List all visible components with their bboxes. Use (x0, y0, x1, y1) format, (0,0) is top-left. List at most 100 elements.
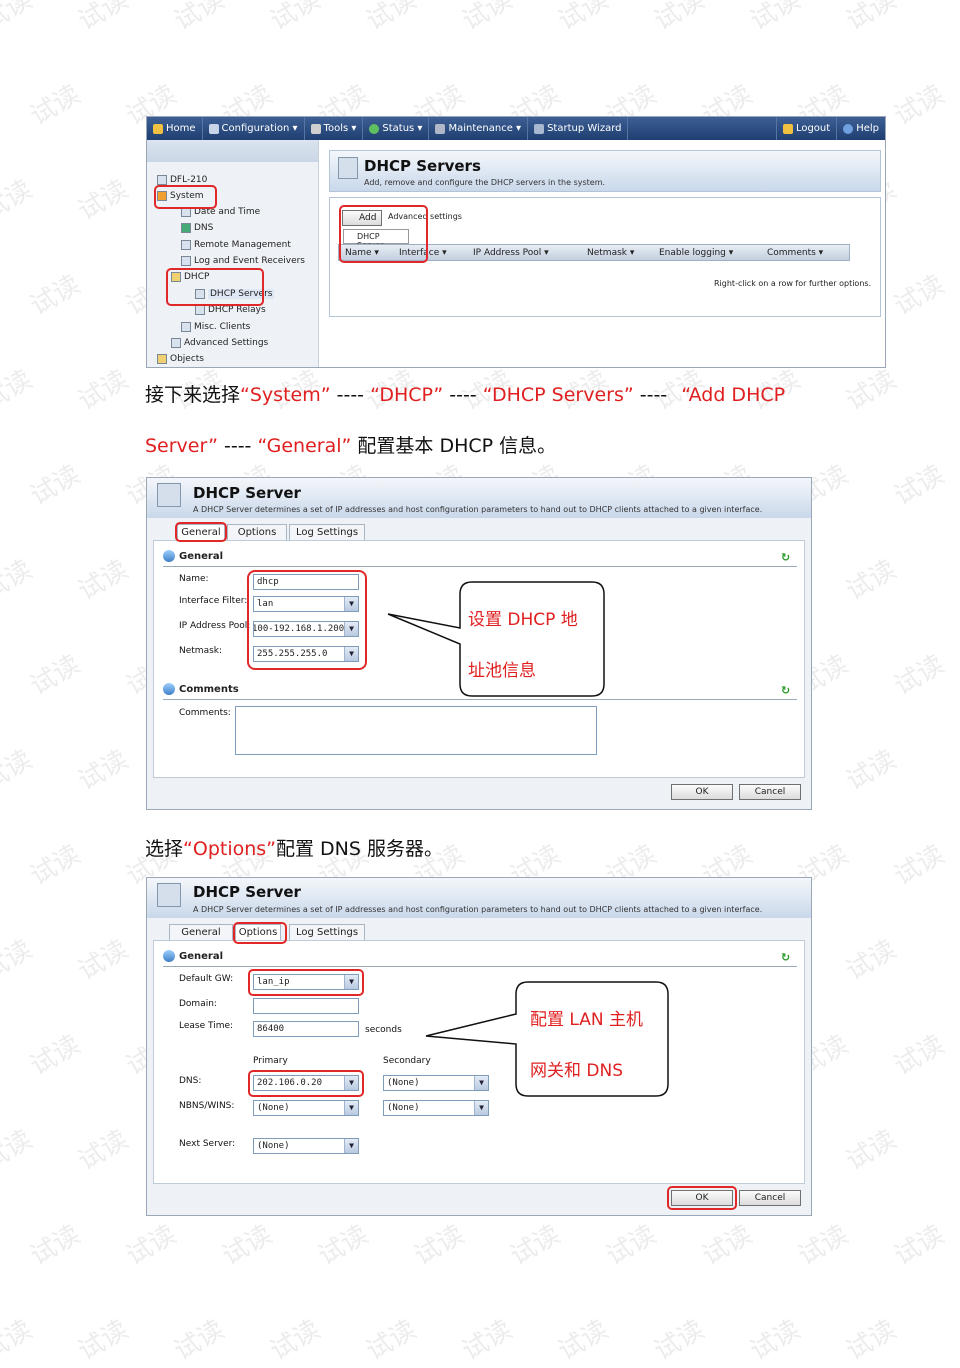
chevron-down-icon: ▼ (474, 1101, 488, 1115)
cancel-button[interactable]: Cancel (739, 784, 801, 800)
tree-item-dhcp-relays[interactable]: DHCP Relays (195, 305, 266, 315)
watermark-text: 试读 (25, 1219, 86, 1272)
callout-bubble-1 (387, 581, 605, 697)
instruction-line-1: 接下来选择“System” ---- “DHCP” ---- “DHCP Ser… (145, 384, 786, 406)
watermark-text: 试读 (841, 364, 902, 417)
tree-item-remote-management[interactable]: Remote Management (181, 240, 291, 250)
toolbar-help[interactable]: Help (837, 117, 885, 140)
tab-general[interactable]: General (169, 924, 233, 940)
dns-label: DNS: (179, 1076, 202, 1086)
watermark-text: 试读 (73, 174, 134, 227)
cancel-button[interactable]: Cancel (739, 1190, 801, 1206)
watermark-text: 试读 (0, 364, 38, 417)
tab-log-settings[interactable]: Log Settings (289, 524, 365, 540)
dialog-subtitle: A DHCP Server determines a set of IP add… (193, 505, 763, 514)
highlight-dhcp-servers (166, 268, 264, 306)
callout-2-line-2: 网关和 DNS (530, 1061, 624, 1081)
lease-time-field[interactable]: 86400 (253, 1021, 359, 1037)
watermark-text: 试读 (25, 649, 86, 702)
watermark-text: 试读 (889, 269, 950, 322)
dhcp-server-icon (157, 483, 181, 507)
tree-item-log[interactable]: Log and Event Receivers (181, 256, 305, 266)
watermark-text: 试读 (505, 1219, 566, 1272)
tree-item-root[interactable]: DFL-210 (157, 175, 207, 185)
domain-field[interactable] (253, 998, 359, 1014)
tab-log-settings[interactable]: Log Settings (289, 924, 365, 940)
tree-item-dns[interactable]: DNS (181, 223, 213, 233)
watermark-text: 试读 (73, 0, 134, 37)
watermark-text: 试读 (0, 1124, 38, 1177)
primary-header: Primary (253, 1056, 288, 1066)
watermark-text: 试读 (841, 1124, 902, 1177)
dialog-subtitle: A DHCP Server determines a set of IP add… (193, 905, 763, 914)
toolbar-maintenance[interactable]: Maintenance ▾ (429, 117, 529, 140)
col-ip-pool[interactable]: IP Address Pool ▾ (473, 248, 549, 258)
watermark-text: 试读 (313, 1219, 374, 1272)
next-server-select[interactable]: (None) ▼ (253, 1138, 359, 1154)
col-comments[interactable]: Comments ▾ (767, 248, 823, 258)
toolbar-startup-wizard[interactable]: Startup Wizard (528, 117, 629, 140)
watermark-text: 试读 (25, 79, 86, 132)
name-label: Name: (179, 574, 209, 584)
watermark-text: 试读 (121, 1219, 182, 1272)
instruction-line-3: 选择“Options”配置 DNS 服务器。 (145, 838, 443, 860)
toolbar-logout[interactable]: Logout (775, 117, 838, 140)
ok-button[interactable]: OK (671, 784, 733, 800)
section-comments-icon (163, 683, 175, 695)
highlight-ok-button (667, 1186, 737, 1210)
refresh-icon[interactable]: ↻ (781, 685, 792, 696)
highlight-default-gw (248, 969, 364, 996)
watermark-text: 试读 (841, 554, 902, 607)
toolbar-configuration[interactable]: Configuration ▾ (203, 117, 305, 140)
tree-item-advanced[interactable]: Advanced Settings (171, 338, 268, 348)
watermark-text: 试读 (841, 744, 902, 797)
logout-icon (782, 123, 793, 134)
maintenance-icon (435, 123, 446, 134)
watermark-text: 试读 (553, 1314, 614, 1367)
toolbar-tools[interactable]: Tools ▾ (305, 117, 364, 140)
advanced-icon (171, 338, 181, 348)
watermark-text: 试读 (889, 1219, 950, 1272)
col-netmask[interactable]: Netmask ▾ (587, 248, 634, 258)
context-hint: Right-click on a row for further options… (714, 279, 872, 288)
watermark-text: 试读 (889, 1029, 950, 1082)
watermark-text: 试读 (841, 0, 902, 37)
dhcp-relay-icon (195, 305, 205, 315)
watermark-text: 试读 (889, 649, 950, 702)
watermark-text: 试读 (25, 269, 86, 322)
lease-time-label: Lease Time: (179, 1021, 234, 1031)
main-toolbar: Home Configuration ▾ Tools ▾ Status ▾ Ma… (147, 117, 885, 140)
toolbar-status[interactable]: Status ▾ (363, 117, 430, 140)
dns-icon (181, 223, 191, 233)
domain-label: Domain: (179, 999, 217, 1009)
watermark-text: 试读 (0, 174, 38, 227)
watermark-text: 试读 (217, 1219, 278, 1272)
watermark-text: 试读 (457, 0, 518, 37)
watermark-text: 试读 (601, 1219, 662, 1272)
watermark-text: 试读 (0, 934, 38, 987)
navigation-tree: DFL-210 System Date and Time DNS Remote … (147, 140, 319, 367)
ip-pool-label: IP Address Pool: (179, 621, 251, 631)
refresh-icon[interactable]: ↻ (781, 952, 792, 963)
watermark-text: 试读 (0, 0, 38, 37)
nbns-primary-select[interactable]: (None) ▼ (253, 1100, 359, 1116)
tab-options[interactable]: Options (227, 524, 287, 540)
watermark-text: 试读 (745, 1314, 806, 1367)
tree-item-misc-clients[interactable]: Misc. Clients (181, 322, 250, 332)
tree-item-objects[interactable]: Objects (157, 354, 204, 364)
toolbar-home[interactable]: Home (147, 117, 203, 140)
col-enable-logging[interactable]: Enable logging ▾ (659, 248, 733, 258)
watermark-text: 试读 (169, 0, 230, 37)
refresh-icon[interactable]: ↻ (781, 552, 792, 563)
watermark-text: 试读 (409, 1219, 470, 1272)
watermark-text: 试读 (889, 459, 950, 512)
watermark-text: 试读 (0, 744, 38, 797)
comments-textarea[interactable] (235, 706, 597, 755)
watermark-text: 试读 (73, 934, 134, 987)
watermark-text: 试读 (361, 1314, 422, 1367)
watermark-text: 试读 (889, 839, 950, 892)
nbns-label: NBNS/WINS: (179, 1101, 235, 1111)
nbns-secondary-select[interactable]: (None) ▼ (383, 1100, 489, 1116)
highlight-pool-fields (247, 570, 367, 670)
watermark-text: 试读 (73, 554, 134, 607)
